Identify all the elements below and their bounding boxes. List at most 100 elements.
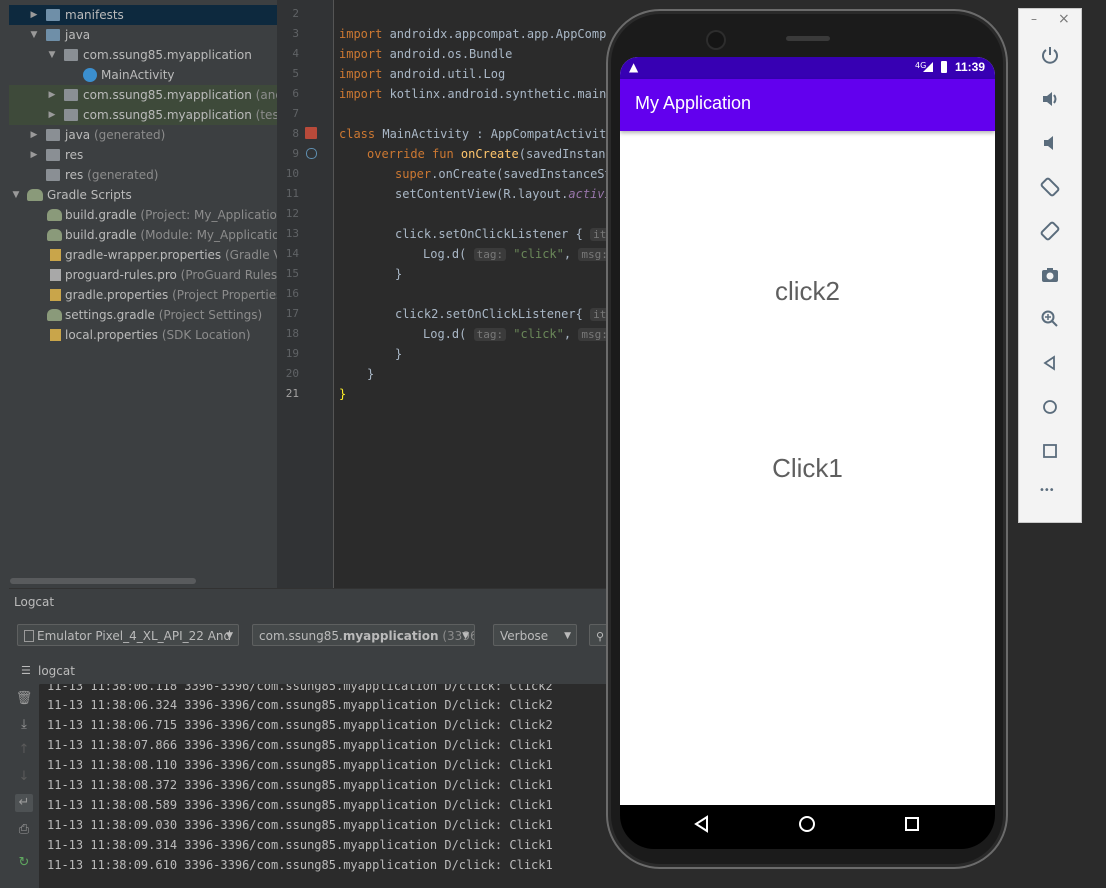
parameter-hint: tag: bbox=[473, 328, 507, 341]
tree-item-package-test[interactable]: ▶ com.ssung85.myapplication (test) bbox=[9, 105, 277, 125]
volume-up-icon[interactable] bbox=[1038, 87, 1062, 111]
print-icon[interactable]: ⎙ bbox=[15, 821, 33, 839]
device-dropdown[interactable]: Emulator Pixel_4_XL_API_22 And ▼ bbox=[17, 624, 239, 646]
more-icon[interactable]: ••• bbox=[1039, 485, 1055, 496]
logcat-output[interactable]: 11-13 11:38:06.118 3396-3396/com.ssung85… bbox=[40, 684, 606, 888]
log-level-label: Verbose bbox=[500, 629, 549, 643]
expand-arrow-icon[interactable]: ▶ bbox=[29, 5, 39, 25]
rotate-left-icon[interactable] bbox=[1038, 175, 1062, 199]
tree-item-build-gradle-project[interactable]: build.gradle (Project: My_Application) bbox=[9, 205, 277, 225]
tree-horizontal-scrollbar[interactable] bbox=[10, 578, 196, 584]
tree-item-local-properties[interactable]: local.properties (SDK Location) bbox=[9, 325, 277, 345]
home-nav-icon[interactable] bbox=[795, 815, 819, 839]
process-pid: (3396 bbox=[438, 629, 475, 643]
tree-item-java-generated[interactable]: ▶ java (generated) bbox=[9, 125, 277, 145]
soft-wrap-icon[interactable]: ↵ bbox=[15, 794, 33, 812]
log-line: 11-13 11:38:08.589 3396-3396/com.ssung85… bbox=[47, 798, 553, 812]
phone-speaker bbox=[786, 36, 830, 41]
tree-item-gradle-scripts[interactable]: ▼ Gradle Scripts bbox=[9, 185, 277, 205]
tree-item-sublabel: (Module: My_Application.a bbox=[140, 228, 277, 242]
trash-icon[interactable]: 🗑 bbox=[15, 690, 33, 708]
recents-nav-icon[interactable] bbox=[900, 815, 924, 839]
back-nav-icon[interactable] bbox=[690, 815, 714, 839]
tree-item-label: res bbox=[65, 168, 84, 182]
close-button[interactable]: × bbox=[1058, 11, 1070, 27]
code-keyword: import bbox=[339, 67, 383, 81]
power-icon[interactable] bbox=[1038, 43, 1062, 67]
zoom-icon[interactable] bbox=[1038, 307, 1062, 331]
volume-down-icon[interactable] bbox=[1038, 131, 1062, 155]
project-tree: ▶ manifests ▼ java ▼ com.ssung85.myappli… bbox=[9, 0, 277, 588]
expand-arrow-icon[interactable]: ▶ bbox=[29, 145, 39, 165]
tree-item-label: local.properties bbox=[65, 328, 159, 342]
tree-item-gradle-wrapper[interactable]: gradle-wrapper.properties (Gradle Versio bbox=[9, 245, 277, 265]
arrow-down-icon[interactable]: ↓ bbox=[15, 768, 33, 786]
line-number: 12 bbox=[285, 207, 299, 220]
tree-item-res[interactable]: ▶ res bbox=[9, 145, 277, 165]
tree-item-sublabel: (androi bbox=[255, 88, 277, 102]
run-gutter-icon[interactable] bbox=[305, 127, 317, 139]
phone-screen[interactable]: ▲ 4G 11:39 My Application click2 Click1 bbox=[620, 57, 995, 805]
code-string: "click" bbox=[506, 327, 564, 341]
tree-item-res-generated[interactable]: res (generated) bbox=[9, 165, 277, 185]
collapse-arrow-icon[interactable]: ▼ bbox=[47, 45, 57, 65]
expand-arrow-icon[interactable]: ▶ bbox=[47, 105, 57, 125]
line-number: 18 bbox=[285, 327, 299, 340]
rotate-right-icon[interactable] bbox=[1038, 219, 1062, 243]
folder-icon bbox=[46, 169, 60, 181]
parameter-hint: msg: bbox=[578, 248, 606, 261]
tree-item-proguard[interactable]: proguard-rules.pro (ProGuard Rules for bbox=[9, 265, 277, 285]
line-number: 13 bbox=[285, 227, 299, 240]
tree-item-manifests[interactable]: ▶ manifests bbox=[9, 5, 277, 25]
code-editor[interactable]: import androidx.appcompat.app.AppCompat … bbox=[334, 0, 606, 588]
click1-button[interactable]: Click1 bbox=[620, 453, 995, 484]
status-time: 11:39 bbox=[955, 60, 986, 74]
tree-item-mainactivity[interactable]: MainActivity bbox=[9, 65, 277, 85]
line-number: 6 bbox=[292, 87, 299, 100]
folder-icon bbox=[46, 9, 60, 21]
click2-button[interactable]: click2 bbox=[620, 276, 995, 307]
overview-icon[interactable] bbox=[1038, 439, 1062, 463]
code-italic: activi bbox=[568, 187, 606, 201]
tree-item-package[interactable]: ▼ com.ssung85.myapplication bbox=[9, 45, 277, 65]
scroll-to-end-icon[interactable]: ⤓ bbox=[15, 716, 33, 734]
tree-item-gradle-properties[interactable]: gradle.properties (Project Properties) bbox=[9, 285, 277, 305]
folder-icon bbox=[46, 29, 60, 41]
collapse-arrow-icon[interactable]: ▼ bbox=[11, 185, 21, 205]
tree-item-settings-gradle[interactable]: settings.gradle (Project Settings) bbox=[9, 305, 277, 325]
tree-item-label: java bbox=[65, 128, 91, 142]
restart-icon[interactable]: ↻ bbox=[15, 854, 33, 872]
line-number: 4 bbox=[292, 47, 299, 60]
expand-arrow-icon[interactable]: ▶ bbox=[29, 125, 39, 145]
camera-icon[interactable] bbox=[1038, 263, 1062, 287]
tree-item-java[interactable]: ▼ java bbox=[9, 25, 277, 45]
tree-item-sublabel: (Project Properties) bbox=[172, 288, 277, 302]
code-keyword: super bbox=[395, 167, 432, 181]
code-keyword: class bbox=[339, 127, 376, 141]
process-dropdown[interactable]: com.ssung85.myapplication (3396 ▼ bbox=[252, 624, 475, 646]
home-icon[interactable] bbox=[1038, 395, 1062, 419]
log-level-dropdown[interactable]: Verbose ▼ bbox=[493, 624, 577, 646]
minimize-button[interactable]: – bbox=[1031, 12, 1037, 26]
line-number: 11 bbox=[285, 187, 299, 200]
collapse-arrow-icon[interactable]: ▼ bbox=[29, 25, 39, 45]
line-number: 8 bbox=[292, 127, 299, 140]
arrow-up-icon[interactable]: ↑ bbox=[15, 741, 33, 759]
line-number: 2 bbox=[292, 7, 299, 20]
code-text: android.os.Bundle bbox=[382, 47, 513, 61]
tab-logcat[interactable]: logcat bbox=[38, 658, 75, 684]
override-gutter-icon[interactable] bbox=[306, 148, 317, 159]
code-text: androidx.appcompat.app.AppCompat bbox=[382, 27, 606, 41]
expand-arrow-icon[interactable]: ▶ bbox=[47, 85, 57, 105]
line-number: 19 bbox=[285, 347, 299, 360]
line-number: 10 bbox=[285, 167, 299, 180]
code-text: .onCreate(savedInstanceSt bbox=[431, 167, 606, 181]
editor-gutter: 2 3 4 5 6 7 8 9 10 11 12 13 14 15 16 17 … bbox=[277, 0, 334, 588]
tree-item-build-gradle-module[interactable]: build.gradle (Module: My_Application.a bbox=[9, 225, 277, 245]
log-line: 11-13 11:38:06.324 3396-3396/com.ssung85… bbox=[47, 698, 553, 712]
tree-item-package-androidtest[interactable]: ▶ com.ssung85.myapplication (androi bbox=[9, 85, 277, 105]
back-icon[interactable] bbox=[1038, 351, 1062, 375]
android-status-bar: ▲ 4G 11:39 bbox=[620, 57, 995, 79]
device-icon bbox=[24, 630, 34, 642]
properties-icon bbox=[50, 249, 61, 261]
